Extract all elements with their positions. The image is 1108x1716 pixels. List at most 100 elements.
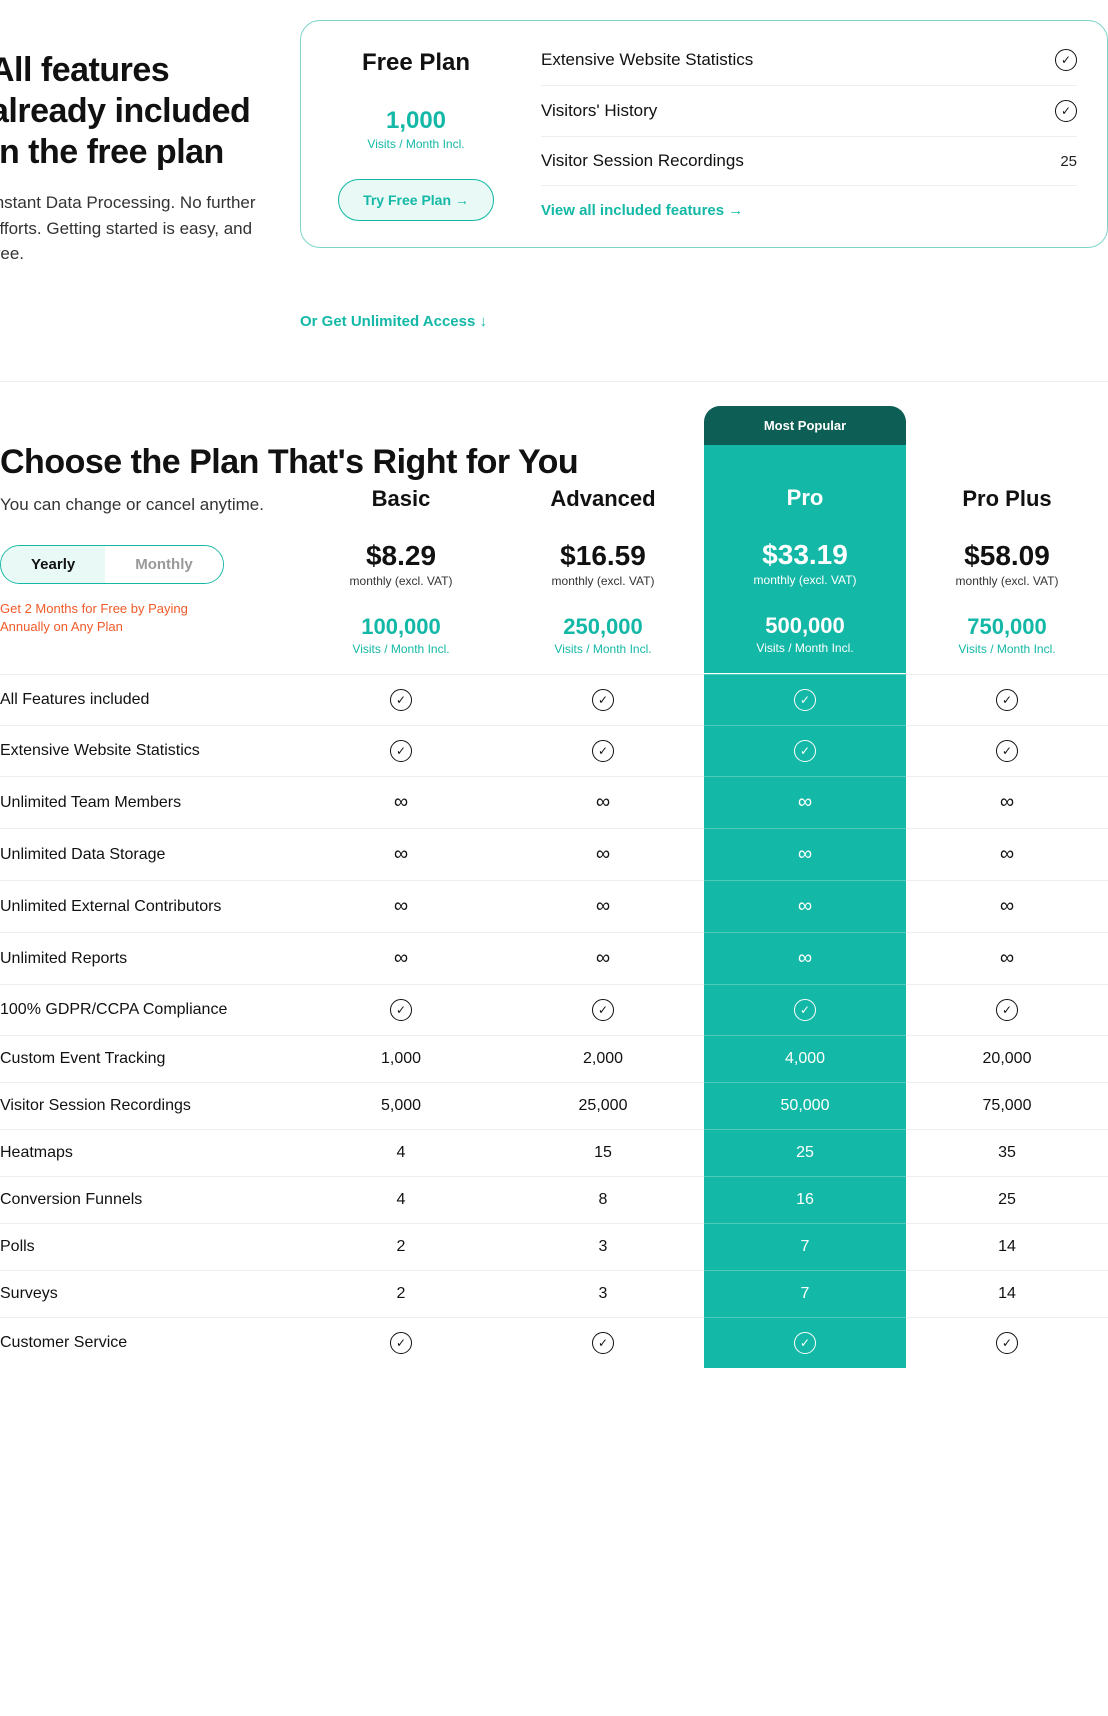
cell-value: 7 — [801, 1285, 810, 1303]
infinity-icon: ∞ — [798, 791, 812, 814]
feature-cell: ✓ — [704, 984, 906, 1035]
plan-visits: 250,000 — [512, 614, 694, 640]
cell-value: 7 — [801, 1238, 810, 1256]
feature-cell: ∞ — [502, 880, 704, 932]
check-icon: ✓ — [390, 689, 412, 711]
feature-cell: 20,000 — [906, 1035, 1108, 1082]
feature-cell: ✓ — [502, 1317, 704, 1368]
plan-price-note: monthly (excl. VAT) — [310, 574, 492, 588]
feature-cell: 1,000 — [300, 1035, 502, 1082]
free-feature-value: 25 — [1060, 153, 1077, 170]
feature-cell: 2 — [300, 1270, 502, 1317]
cell-value: 16 — [796, 1191, 814, 1209]
cell-value: 14 — [998, 1238, 1016, 1256]
plan-name: Basic — [310, 486, 492, 512]
cell-value: 50,000 — [781, 1097, 830, 1115]
plan-price: $16.59 — [512, 540, 694, 572]
plan-visits: 100,000 — [310, 614, 492, 640]
check-icon: ✓ — [794, 999, 816, 1021]
check-icon: ✓ — [592, 1332, 614, 1354]
check-icon: ✓ — [1055, 49, 1077, 71]
feature-row-label: Customer Service — [0, 1317, 300, 1368]
cell-value: 2 — [397, 1285, 406, 1303]
cell-value: 25,000 — [579, 1097, 628, 1115]
plan-visits-label: Visits / Month Incl. — [714, 641, 896, 655]
feature-cell: 7 — [704, 1223, 906, 1270]
plan-visits-label: Visits / Month Incl. — [512, 642, 694, 656]
check-icon: ✓ — [996, 689, 1018, 711]
feature-row-label: Heatmaps — [0, 1129, 300, 1176]
free-feature-label: Visitors' History — [541, 101, 657, 121]
check-icon: ✓ — [592, 689, 614, 711]
cell-value: 2,000 — [583, 1050, 623, 1068]
feature-row-label: Extensive Website Statistics — [0, 725, 300, 776]
feature-cell: ✓ — [906, 1317, 1108, 1368]
check-icon: ✓ — [390, 999, 412, 1021]
feature-cell: ∞ — [300, 880, 502, 932]
plan-visits: 750,000 — [916, 614, 1098, 640]
cell-value: 5,000 — [381, 1097, 421, 1115]
feature-row-label: Unlimited Team Members — [0, 776, 300, 828]
cell-value: 1,000 — [381, 1050, 421, 1068]
feature-cell: ✓ — [704, 674, 906, 725]
view-all-features-link[interactable]: View all included features → — [541, 202, 743, 219]
infinity-icon: ∞ — [596, 947, 610, 970]
plan-visits: 500,000 — [714, 613, 896, 639]
cell-value: 3 — [599, 1285, 608, 1303]
cell-value: 25 — [796, 1144, 814, 1162]
feature-cell: ✓ — [502, 725, 704, 776]
plan-column-header: Basic$8.29monthly (excl. VAT)100,000Visi… — [300, 406, 502, 674]
infinity-icon: ∞ — [596, 843, 610, 866]
feature-cell: 25,000 — [502, 1082, 704, 1129]
check-icon: ✓ — [592, 999, 614, 1021]
free-feature-row: Extensive Website Statistics ✓ — [541, 49, 1077, 86]
infinity-icon: ∞ — [596, 895, 610, 918]
feature-cell: ∞ — [704, 776, 906, 828]
try-free-plan-button[interactable]: Try Free Plan → — [338, 179, 494, 221]
cell-value: 25 — [998, 1191, 1016, 1209]
plan-name: Advanced — [512, 486, 694, 512]
most-popular-badge: Most Popular — [704, 406, 906, 445]
feature-cell: ∞ — [704, 880, 906, 932]
plan-price: $33.19 — [714, 539, 896, 571]
feature-cell: 8 — [502, 1176, 704, 1223]
plan-price-note: monthly (excl. VAT) — [916, 574, 1098, 588]
free-plan-card: Free Plan 1,000 Visits / Month Incl. Try… — [300, 20, 1108, 248]
feature-cell: ∞ — [300, 932, 502, 984]
unlimited-access-link[interactable]: Or Get Unlimited Access ↓ — [300, 313, 487, 330]
feature-cell: ∞ — [300, 776, 502, 828]
feature-row-label: Unlimited Reports — [0, 932, 300, 984]
free-feature-label: Extensive Website Statistics — [541, 50, 753, 70]
cell-value: 35 — [998, 1144, 1016, 1162]
infinity-icon: ∞ — [394, 843, 408, 866]
feature-row-label: Unlimited External Contributors — [0, 880, 300, 932]
infinity-icon: ∞ — [1000, 843, 1014, 866]
hero-subtitle: Instant Data Processing. No further effo… — [0, 190, 260, 267]
feature-cell: ∞ — [906, 828, 1108, 880]
infinity-icon: ∞ — [1000, 947, 1014, 970]
feature-cell: ✓ — [300, 984, 502, 1035]
feature-row-label: Conversion Funnels — [0, 1176, 300, 1223]
feature-cell: 2 — [300, 1223, 502, 1270]
feature-cell: 15 — [502, 1129, 704, 1176]
feature-cell: ∞ — [502, 828, 704, 880]
plan-price: $8.29 — [310, 540, 492, 572]
infinity-icon: ∞ — [596, 791, 610, 814]
check-icon: ✓ — [794, 1332, 816, 1354]
plan-price-note: monthly (excl. VAT) — [512, 574, 694, 588]
feature-cell: ✓ — [906, 725, 1108, 776]
feature-cell: 7 — [704, 1270, 906, 1317]
infinity-icon: ∞ — [394, 947, 408, 970]
feature-row-label: Custom Event Tracking — [0, 1035, 300, 1082]
infinity-icon: ∞ — [1000, 895, 1014, 918]
plan-column-header: Advanced $16.59 monthly (excl. VAT) 250,000… — [502, 406, 704, 674]
feature-cell: ✓ — [300, 674, 502, 725]
feature-cell: 4 — [300, 1129, 502, 1176]
feature-row-label: Surveys — [0, 1270, 300, 1317]
feature-cell: 50,000 — [704, 1082, 906, 1129]
feature-cell: ✓ — [704, 1317, 906, 1368]
feature-cell: ✓ — [502, 674, 704, 725]
feature-row-label: Polls — [0, 1223, 300, 1270]
feature-cell: ✓ — [300, 725, 502, 776]
feature-cell: ∞ — [704, 828, 906, 880]
